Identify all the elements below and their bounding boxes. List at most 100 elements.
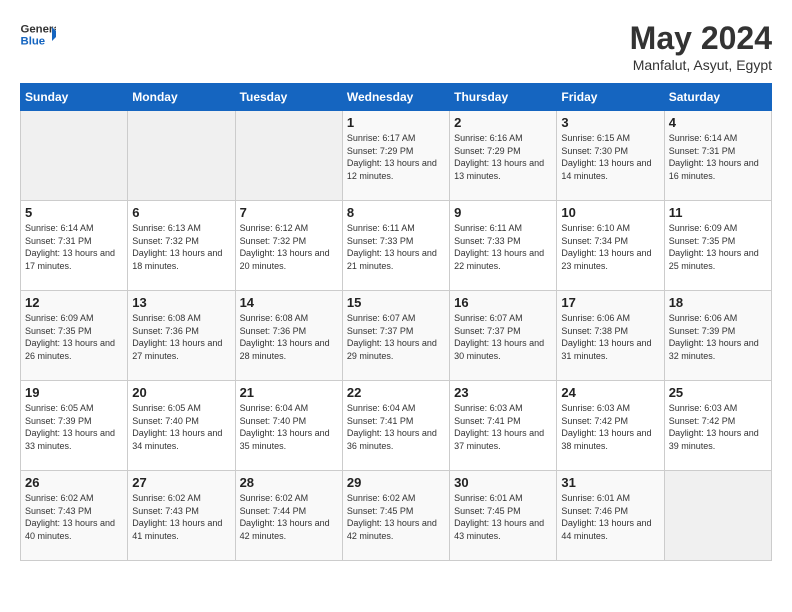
calendar-cell: 22 Sunrise: 6:04 AMSunset: 7:41 PMDaylig… (342, 381, 449, 471)
day-info: Sunrise: 6:02 AMSunset: 7:43 PMDaylight:… (25, 492, 123, 542)
weekday-header-sunday: Sunday (21, 84, 128, 111)
day-number: 1 (347, 115, 445, 130)
day-info: Sunrise: 6:08 AMSunset: 7:36 PMDaylight:… (240, 312, 338, 362)
day-number: 6 (132, 205, 230, 220)
day-info: Sunrise: 6:14 AMSunset: 7:31 PMDaylight:… (669, 132, 767, 182)
day-info: Sunrise: 6:01 AMSunset: 7:45 PMDaylight:… (454, 492, 552, 542)
day-info: Sunrise: 6:14 AMSunset: 7:31 PMDaylight:… (25, 222, 123, 272)
day-number: 31 (561, 475, 659, 490)
day-number: 22 (347, 385, 445, 400)
calendar-cell: 11 Sunrise: 6:09 AMSunset: 7:35 PMDaylig… (664, 201, 771, 291)
calendar-cell: 3 Sunrise: 6:15 AMSunset: 7:30 PMDayligh… (557, 111, 664, 201)
day-number: 3 (561, 115, 659, 130)
day-info: Sunrise: 6:03 AMSunset: 7:42 PMDaylight:… (669, 402, 767, 452)
calendar-cell (128, 111, 235, 201)
day-info: Sunrise: 6:10 AMSunset: 7:34 PMDaylight:… (561, 222, 659, 272)
calendar-cell: 19 Sunrise: 6:05 AMSunset: 7:39 PMDaylig… (21, 381, 128, 471)
calendar-cell: 15 Sunrise: 6:07 AMSunset: 7:37 PMDaylig… (342, 291, 449, 381)
weekday-header-row: SundayMondayTuesdayWednesdayThursdayFrid… (21, 84, 772, 111)
day-number: 27 (132, 475, 230, 490)
calendar-cell: 8 Sunrise: 6:11 AMSunset: 7:33 PMDayligh… (342, 201, 449, 291)
day-number: 2 (454, 115, 552, 130)
calendar-cell (235, 111, 342, 201)
calendar-cell: 26 Sunrise: 6:02 AMSunset: 7:43 PMDaylig… (21, 471, 128, 561)
day-info: Sunrise: 6:05 AMSunset: 7:39 PMDaylight:… (25, 402, 123, 452)
day-number: 18 (669, 295, 767, 310)
day-info: Sunrise: 6:07 AMSunset: 7:37 PMDaylight:… (347, 312, 445, 362)
day-info: Sunrise: 6:08 AMSunset: 7:36 PMDaylight:… (132, 312, 230, 362)
month-year-title: May 2024 (630, 20, 772, 57)
day-number: 26 (25, 475, 123, 490)
day-info: Sunrise: 6:07 AMSunset: 7:37 PMDaylight:… (454, 312, 552, 362)
calendar-cell: 30 Sunrise: 6:01 AMSunset: 7:45 PMDaylig… (450, 471, 557, 561)
weekday-header-saturday: Saturday (664, 84, 771, 111)
day-info: Sunrise: 6:02 AMSunset: 7:43 PMDaylight:… (132, 492, 230, 542)
day-info: Sunrise: 6:06 AMSunset: 7:39 PMDaylight:… (669, 312, 767, 362)
day-number: 23 (454, 385, 552, 400)
day-number: 25 (669, 385, 767, 400)
day-number: 12 (25, 295, 123, 310)
calendar-cell: 16 Sunrise: 6:07 AMSunset: 7:37 PMDaylig… (450, 291, 557, 381)
day-info: Sunrise: 6:12 AMSunset: 7:32 PMDaylight:… (240, 222, 338, 272)
calendar-cell: 14 Sunrise: 6:08 AMSunset: 7:36 PMDaylig… (235, 291, 342, 381)
day-info: Sunrise: 6:09 AMSunset: 7:35 PMDaylight:… (669, 222, 767, 272)
calendar-cell: 27 Sunrise: 6:02 AMSunset: 7:43 PMDaylig… (128, 471, 235, 561)
calendar-cell: 18 Sunrise: 6:06 AMSunset: 7:39 PMDaylig… (664, 291, 771, 381)
calendar-cell: 21 Sunrise: 6:04 AMSunset: 7:40 PMDaylig… (235, 381, 342, 471)
calendar-week-row: 19 Sunrise: 6:05 AMSunset: 7:39 PMDaylig… (21, 381, 772, 471)
day-number: 16 (454, 295, 552, 310)
calendar-week-row: 12 Sunrise: 6:09 AMSunset: 7:35 PMDaylig… (21, 291, 772, 381)
day-info: Sunrise: 6:13 AMSunset: 7:32 PMDaylight:… (132, 222, 230, 272)
day-info: Sunrise: 6:09 AMSunset: 7:35 PMDaylight:… (25, 312, 123, 362)
calendar-cell: 5 Sunrise: 6:14 AMSunset: 7:31 PMDayligh… (21, 201, 128, 291)
day-info: Sunrise: 6:17 AMSunset: 7:29 PMDaylight:… (347, 132, 445, 182)
svg-text:General: General (21, 23, 57, 35)
day-info: Sunrise: 6:05 AMSunset: 7:40 PMDaylight:… (132, 402, 230, 452)
weekday-header-wednesday: Wednesday (342, 84, 449, 111)
day-number: 20 (132, 385, 230, 400)
day-info: Sunrise: 6:16 AMSunset: 7:29 PMDaylight:… (454, 132, 552, 182)
day-info: Sunrise: 6:03 AMSunset: 7:41 PMDaylight:… (454, 402, 552, 452)
calendar-cell: 10 Sunrise: 6:10 AMSunset: 7:34 PMDaylig… (557, 201, 664, 291)
calendar-cell: 4 Sunrise: 6:14 AMSunset: 7:31 PMDayligh… (664, 111, 771, 201)
day-number: 4 (669, 115, 767, 130)
day-number: 21 (240, 385, 338, 400)
day-number: 29 (347, 475, 445, 490)
calendar-cell (21, 111, 128, 201)
day-info: Sunrise: 6:11 AMSunset: 7:33 PMDaylight:… (347, 222, 445, 272)
calendar-week-row: 1 Sunrise: 6:17 AMSunset: 7:29 PMDayligh… (21, 111, 772, 201)
day-number: 11 (669, 205, 767, 220)
weekday-header-friday: Friday (557, 84, 664, 111)
calendar-cell (664, 471, 771, 561)
day-info: Sunrise: 6:06 AMSunset: 7:38 PMDaylight:… (561, 312, 659, 362)
logo-icon: General Blue (20, 20, 56, 48)
logo: General Blue (20, 20, 60, 48)
header: General Blue May 2024 Manfalut, Asyut, E… (20, 20, 772, 73)
calendar-cell: 1 Sunrise: 6:17 AMSunset: 7:29 PMDayligh… (342, 111, 449, 201)
calendar-cell: 25 Sunrise: 6:03 AMSunset: 7:42 PMDaylig… (664, 381, 771, 471)
day-number: 30 (454, 475, 552, 490)
day-number: 9 (454, 205, 552, 220)
day-info: Sunrise: 6:01 AMSunset: 7:46 PMDaylight:… (561, 492, 659, 542)
day-number: 13 (132, 295, 230, 310)
day-number: 17 (561, 295, 659, 310)
day-number: 24 (561, 385, 659, 400)
day-number: 5 (25, 205, 123, 220)
day-info: Sunrise: 6:02 AMSunset: 7:45 PMDaylight:… (347, 492, 445, 542)
day-number: 7 (240, 205, 338, 220)
calendar-cell: 24 Sunrise: 6:03 AMSunset: 7:42 PMDaylig… (557, 381, 664, 471)
day-info: Sunrise: 6:03 AMSunset: 7:42 PMDaylight:… (561, 402, 659, 452)
title-area: May 2024 Manfalut, Asyut, Egypt (630, 20, 772, 73)
calendar-week-row: 26 Sunrise: 6:02 AMSunset: 7:43 PMDaylig… (21, 471, 772, 561)
calendar-cell: 2 Sunrise: 6:16 AMSunset: 7:29 PMDayligh… (450, 111, 557, 201)
weekday-header-tuesday: Tuesday (235, 84, 342, 111)
weekday-header-monday: Monday (128, 84, 235, 111)
calendar-week-row: 5 Sunrise: 6:14 AMSunset: 7:31 PMDayligh… (21, 201, 772, 291)
calendar-cell: 6 Sunrise: 6:13 AMSunset: 7:32 PMDayligh… (128, 201, 235, 291)
day-info: Sunrise: 6:04 AMSunset: 7:40 PMDaylight:… (240, 402, 338, 452)
svg-text:Blue: Blue (21, 36, 46, 48)
day-number: 28 (240, 475, 338, 490)
calendar-cell: 12 Sunrise: 6:09 AMSunset: 7:35 PMDaylig… (21, 291, 128, 381)
day-number: 19 (25, 385, 123, 400)
calendar-cell: 23 Sunrise: 6:03 AMSunset: 7:41 PMDaylig… (450, 381, 557, 471)
